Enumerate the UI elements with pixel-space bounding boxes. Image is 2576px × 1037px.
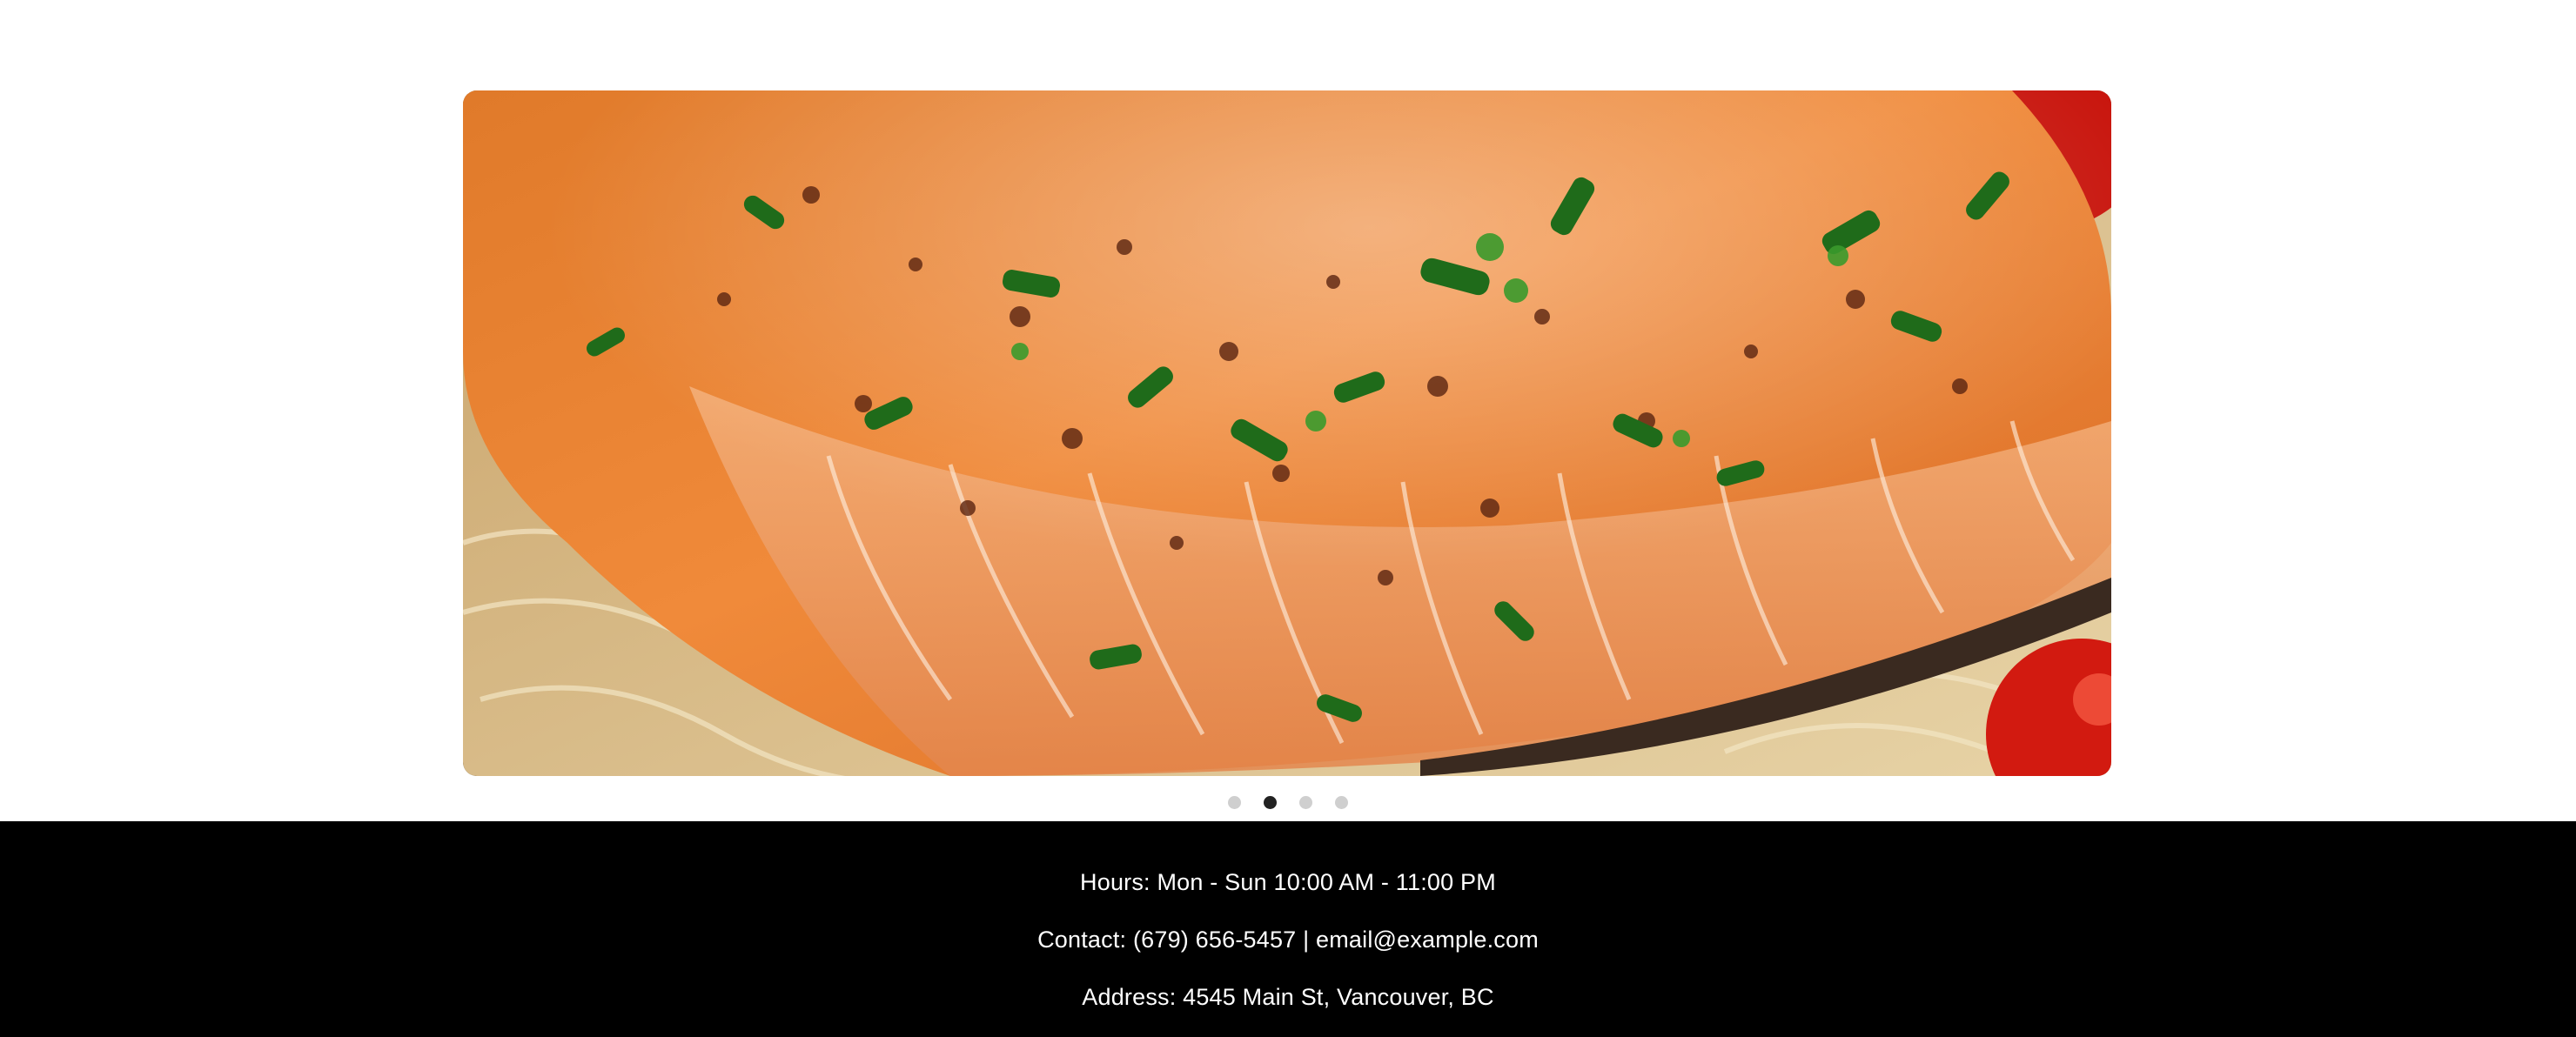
footer-contact: Contact: (679) 656-5457 | email@example.…	[1037, 927, 1539, 953]
site-footer: Hours: Mon - Sun 10:00 AM - 11:00 PM Con…	[0, 821, 2576, 1037]
carousel-dot-1[interactable]	[1228, 795, 1241, 809]
footer-address: Address: 4545 Main St, Vancouver, BC	[1082, 984, 1494, 1010]
page: Hours: Mon - Sun 10:00 AM - 11:00 PM Con…	[0, 0, 2576, 1037]
carousel-pagination	[0, 788, 2576, 816]
hero-carousel-image[interactable]	[463, 90, 2111, 776]
carousel-dot-2[interactable]	[1264, 795, 1277, 809]
carousel-dot-4[interactable]	[1335, 795, 1348, 809]
footer-hours: Hours: Mon - Sun 10:00 AM - 11:00 PM	[1080, 869, 1496, 895]
carousel-dot-3[interactable]	[1299, 795, 1312, 809]
salmon-photo	[463, 90, 2111, 776]
